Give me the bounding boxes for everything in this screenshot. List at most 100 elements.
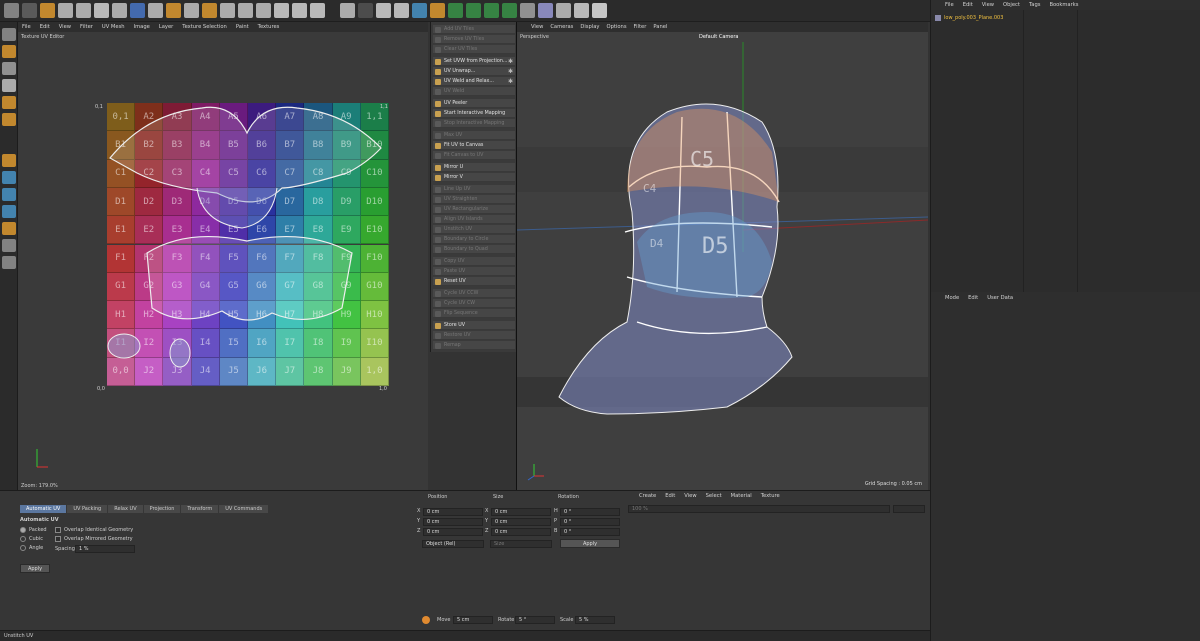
size-field[interactable]: 0 cm: [491, 528, 551, 536]
position-field[interactable]: 0 cm: [423, 518, 483, 526]
rotate-step-field[interactable]: 5 °: [515, 616, 555, 624]
toolbar-tool-icon-22[interactable]: [394, 3, 409, 18]
uv-command-mirror-v[interactable]: Mirror V: [433, 173, 515, 182]
uv-menu-uv-mesh[interactable]: UV Mesh: [102, 24, 125, 30]
uv-menu-layer[interactable]: Layer: [159, 24, 173, 30]
toolbar-tool-icon-21[interactable]: [376, 3, 391, 18]
uv-menu-filter[interactable]: Filter: [80, 24, 93, 30]
mat-menu-view[interactable]: View: [684, 493, 696, 499]
mat-menu-create[interactable]: Create: [639, 493, 656, 499]
mat-menu-select[interactable]: Select: [706, 493, 722, 499]
uv-command-reset-uv[interactable]: Reset UV: [433, 277, 515, 286]
toolbar-tool-icon-28[interactable]: [502, 3, 517, 18]
toolbar-tool-icon-7[interactable]: [112, 3, 127, 18]
toolbar-tool-icon-8[interactable]: [130, 3, 145, 18]
uv-menu-view[interactable]: View: [59, 24, 71, 30]
toolbar-tool-icon-18[interactable]: [310, 3, 325, 18]
toolbar-tool-icon-11[interactable]: [184, 3, 199, 18]
om-menu-edit[interactable]: Edit: [963, 2, 973, 8]
uv-command-uv-unwrap-[interactable]: UV Unwrap... ✱: [433, 67, 515, 76]
gear-icon[interactable]: ✱: [508, 58, 513, 65]
toolbar-tool-icon-17[interactable]: [292, 3, 307, 18]
tool-mode-icon-5[interactable]: [2, 96, 16, 109]
spacing-field[interactable]: 1 %: [75, 545, 135, 553]
om-menu-object[interactable]: Object: [1003, 2, 1020, 8]
toolbar-tool-icon-1[interactable]: [4, 3, 19, 18]
uv-command-fit-uv-to-canvas[interactable]: Fit UV to Canvas: [433, 141, 515, 150]
toolbar-tool-icon-23[interactable]: [412, 3, 427, 18]
uv-menu-textures[interactable]: Textures: [258, 24, 280, 30]
viewport-menu-cameras[interactable]: Cameras: [550, 24, 573, 30]
move-step-field[interactable]: 5 cm: [453, 616, 493, 624]
toolbar-tool-icon-16[interactable]: [274, 3, 289, 18]
toolbar-tool-icon-27[interactable]: [484, 3, 499, 18]
mat-menu-edit[interactable]: Edit: [665, 493, 675, 499]
uv-menu-paint[interactable]: Paint: [236, 24, 249, 30]
apply-button[interactable]: Apply: [20, 564, 50, 573]
tool-mode-icon-6[interactable]: [2, 113, 16, 126]
uv-menu-edit[interactable]: Edit: [40, 24, 50, 30]
toolbar-tool-icon-2[interactable]: [22, 3, 37, 18]
tool-mode-icon-7[interactable]: [2, 154, 16, 167]
tool-mode-icon-13[interactable]: [2, 256, 16, 269]
radio-cubic[interactable]: Cubic: [20, 536, 43, 542]
toolbar-tool-icon-33[interactable]: [592, 3, 607, 18]
viewport-menu-options[interactable]: Options: [607, 24, 627, 30]
om-menu-tags[interactable]: Tags: [1029, 2, 1040, 8]
tool-mode-icon-4[interactable]: [2, 79, 16, 92]
mat-menu-texture[interactable]: Texture: [761, 493, 780, 499]
toolbar-tool-icon-14[interactable]: [238, 3, 253, 18]
toolbar-tool-icon-10[interactable]: [166, 3, 181, 18]
material-zoom-field[interactable]: 100 %: [628, 505, 890, 513]
om-menu-bookmarks[interactable]: Bookmarks: [1049, 2, 1078, 8]
tool-mode-icon-12[interactable]: [2, 239, 16, 252]
am-menu-edit[interactable]: Edit: [968, 295, 978, 301]
tool-mode-icon-3[interactable]: [2, 62, 16, 75]
size-mode-dropdown[interactable]: Size: [490, 540, 552, 548]
toolbar-tool-icon-25[interactable]: [448, 3, 463, 18]
position-field[interactable]: 0 cm: [423, 528, 483, 536]
material-filter-dropdown[interactable]: [893, 505, 925, 513]
rotation-field[interactable]: 0 °: [560, 518, 620, 526]
tool-mode-icon-9[interactable]: [2, 188, 16, 201]
scale-step-field[interactable]: 5 %: [575, 616, 615, 624]
toolbar-tool-icon-9[interactable]: [148, 3, 163, 18]
am-menu-mode[interactable]: Mode: [945, 295, 959, 301]
toolbar-tool-icon-32[interactable]: [574, 3, 589, 18]
tab-projection[interactable]: Projection: [143, 505, 181, 513]
om-menu-file[interactable]: File: [945, 2, 954, 8]
uv-menu-texture-selection[interactable]: Texture Selection: [182, 24, 227, 30]
toolbar-tool-icon-12[interactable]: [202, 3, 217, 18]
tab-transform[interactable]: Transform: [181, 505, 219, 513]
uv-command-set-uvw-from-projection-[interactable]: Set UVW from Projection... ✱: [433, 57, 515, 66]
tab-uv-packing[interactable]: UV Packing: [67, 505, 108, 513]
toolbar-tool-icon-24[interactable]: [430, 3, 445, 18]
radio-packed[interactable]: Packed: [20, 527, 47, 533]
tab-relax-uv[interactable]: Relax UV: [108, 505, 143, 513]
viewport-menu-view[interactable]: View: [531, 24, 543, 30]
uv-command-store-uv[interactable]: Store UV: [433, 321, 515, 330]
gear-icon[interactable]: ✱: [508, 78, 513, 85]
uv-menu-image[interactable]: Image: [134, 24, 150, 30]
snap-icon[interactable]: [422, 616, 430, 624]
uv-command-start-interactive-mapping[interactable]: Start Interactive Mapping: [433, 109, 515, 118]
tool-mode-icon-11[interactable]: [2, 222, 16, 235]
coordinate-mode-dropdown[interactable]: Object (Rel): [422, 540, 484, 548]
check-overlap-mirrored[interactable]: Overlap Mirrored Geometry: [55, 536, 133, 542]
tool-mode-icon-2[interactable]: [2, 45, 16, 58]
tab-automatic-uv[interactable]: Automatic UV: [20, 505, 67, 513]
toolbar-tool-icon-30[interactable]: [538, 3, 553, 18]
3d-viewport[interactable]: View Cameras Display Options Filter Panel Per…: [516, 22, 928, 490]
tool-mode-icon-10[interactable]: [2, 205, 16, 218]
coord-apply-button[interactable]: Apply: [560, 539, 620, 548]
toolbar-tool-icon-19[interactable]: [340, 3, 355, 18]
toolbar-tool-icon-31[interactable]: [556, 3, 571, 18]
rotation-field[interactable]: 0 °: [560, 528, 620, 536]
viewport-menu-display[interactable]: Display: [580, 24, 599, 30]
gear-icon[interactable]: ✱: [508, 68, 513, 75]
position-field[interactable]: 0 cm: [423, 508, 483, 516]
uv-command-uv-weld-and-relax-[interactable]: UV Weld and Relax... ✱: [433, 77, 515, 86]
toolbar-tool-icon-20[interactable]: [358, 3, 373, 18]
radio-angle[interactable]: Angle: [20, 545, 43, 551]
tool-mode-icon-1[interactable]: [2, 28, 16, 41]
